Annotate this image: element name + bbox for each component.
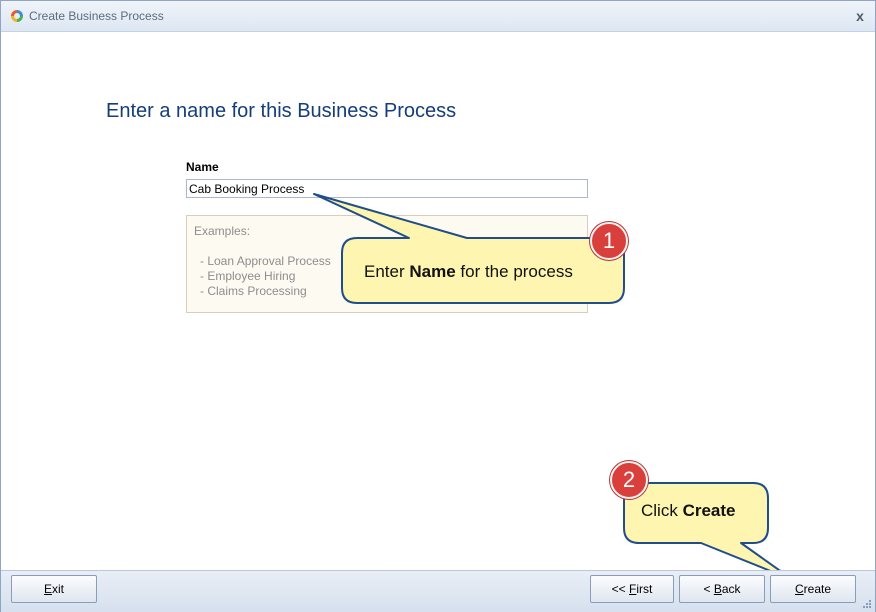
callout-2-balloon (623, 482, 794, 581)
callout-balloons (313, 193, 794, 581)
create-business-process-dialog: Create Business Process x Enter a name f… (0, 0, 876, 612)
create-button[interactable]: Create (770, 575, 856, 603)
callout-1-text: Enter Name for the process (364, 262, 573, 281)
first-button[interactable]: << First (590, 575, 674, 603)
back-button[interactable]: < Back (679, 575, 765, 603)
callout-1-balloon (313, 193, 625, 304)
callout-2-text: Click Create (641, 501, 736, 520)
step-badge-1: 1 (590, 222, 628, 260)
resize-grip-icon[interactable] (862, 599, 872, 609)
exit-button[interactable]: Exit (11, 575, 97, 603)
step-badge-2: 2 (610, 461, 648, 499)
button-bar: Exit << First < Back Create (1, 570, 875, 612)
